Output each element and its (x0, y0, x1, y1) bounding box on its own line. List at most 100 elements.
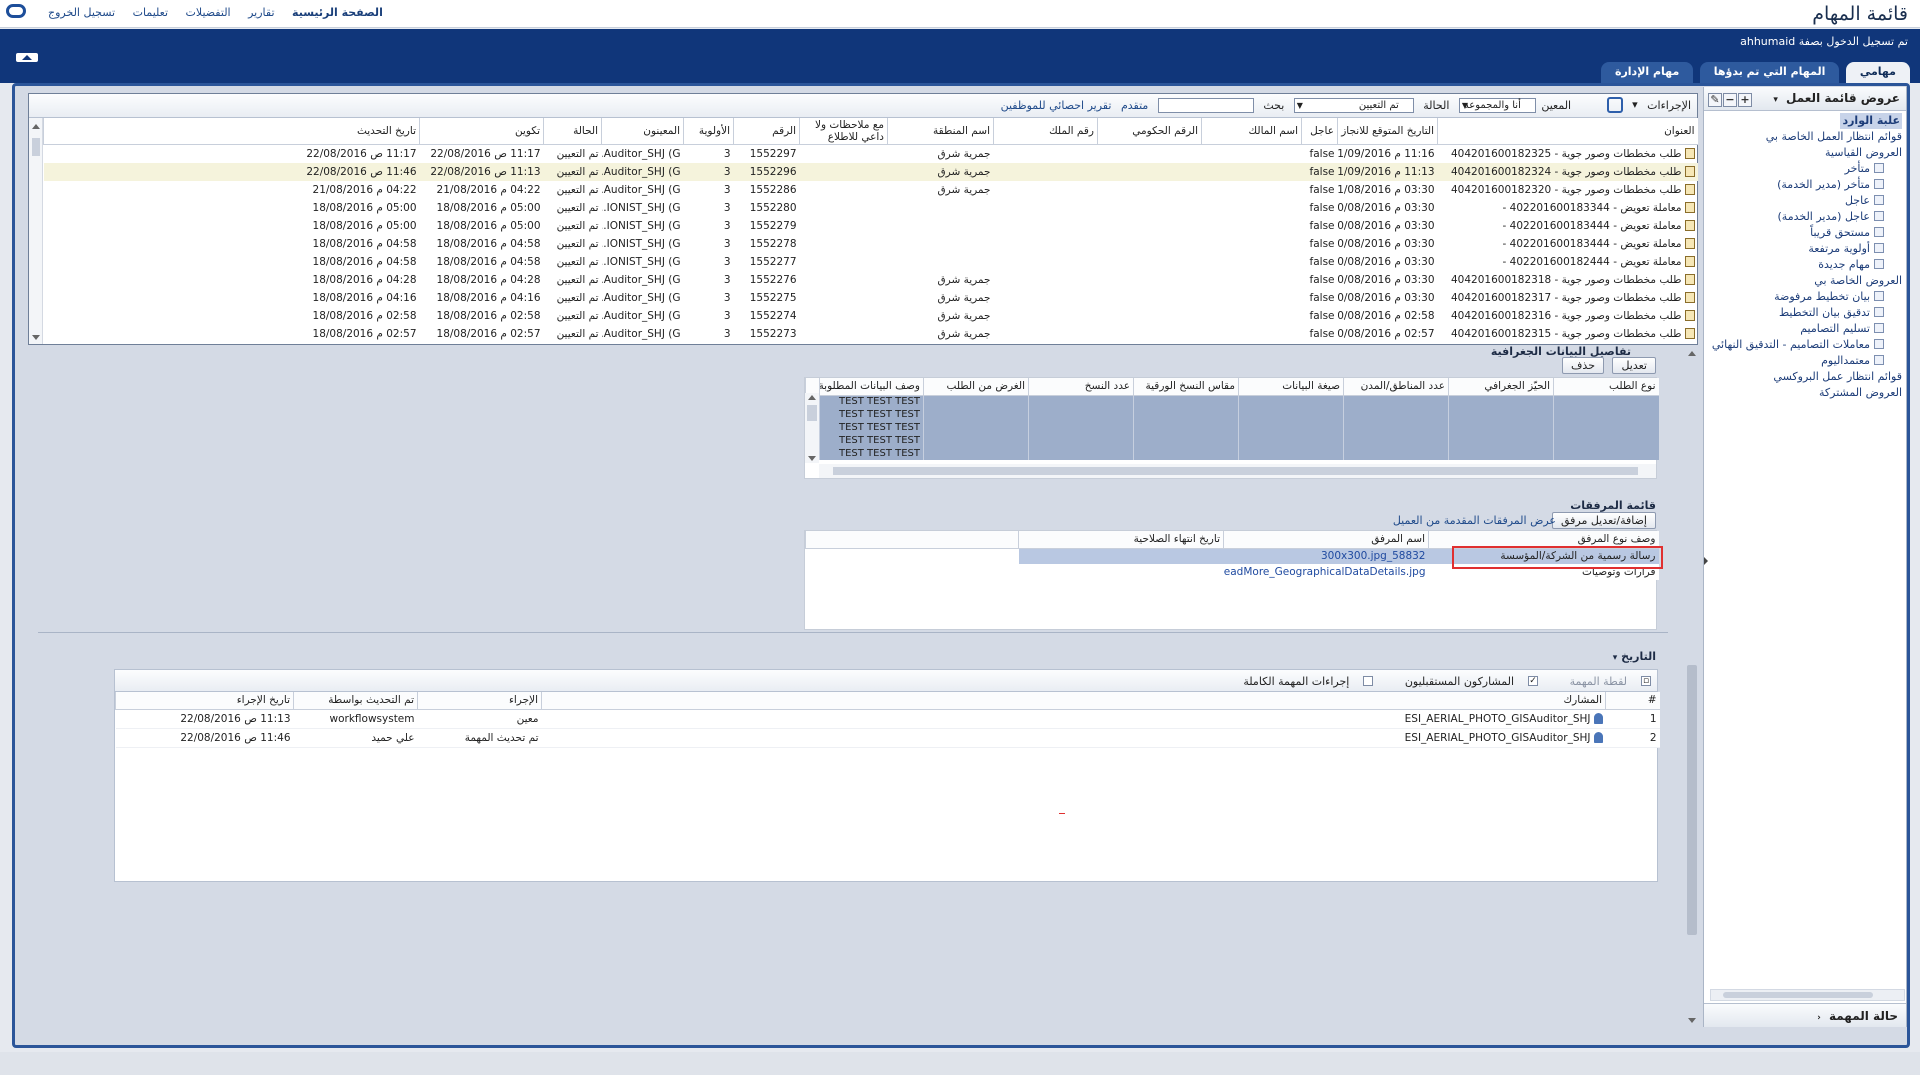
chevron-down-icon[interactable]: ▾ (1773, 95, 1778, 105)
delete-button[interactable]: حذف (1562, 357, 1604, 374)
status-select[interactable]: تم التعيين (1293, 97, 1414, 113)
column-header[interactable]: تكوين (419, 118, 544, 145)
details-scrollbar[interactable] (1685, 345, 1699, 1025)
attachment-link[interactable]: 300x300.jpg_58832 (1223, 548, 1429, 564)
column-header[interactable]: تاريخ انتهاء الصلاحية (1018, 531, 1224, 549)
views-horizontal-scrollbar[interactable] (1710, 989, 1905, 1001)
scroll-down-icon[interactable] (32, 335, 40, 340)
column-header[interactable]: مع ملاحظات ولا داعي للاطلاع (799, 118, 888, 145)
nav-preferences[interactable]: التفضيلات (186, 6, 231, 19)
table-row[interactable]: معاملة تعويض - 402201600182444 - 03:30 م … (44, 253, 1698, 271)
task-list-scrollbar[interactable] (29, 118, 43, 344)
table-row[interactable]: معاملة تعويض - 402201600183444 - 03:30 م … (44, 235, 1698, 253)
scroll-up-icon[interactable] (808, 395, 816, 400)
column-header[interactable]: نوع الطلب (1553, 378, 1659, 396)
column-header[interactable]: الأولوية (683, 118, 734, 145)
task-snapshot-button[interactable]: ▫لقطة المهمة (1556, 674, 1651, 688)
geo-vertical-scrollbar[interactable] (805, 393, 819, 463)
tree-item[interactable]: تدقيق بيان التخطيط (1708, 305, 1902, 321)
column-header[interactable]: تاريخ الإجراء (115, 692, 294, 710)
table-row[interactable]: معاملة تعويض - 402201600183444 - 03:30 م … (44, 217, 1698, 235)
tree-item[interactable]: مستحق قريباً (1708, 225, 1902, 241)
table-row[interactable]: TEST TEST TEST (805, 434, 1659, 447)
stats-report-link[interactable]: تقرير احصائي للموظفين (1001, 99, 1112, 112)
table-row[interactable]: طلب مخططات وصور جوية - 404201600182325 11… (44, 145, 1698, 163)
nav-help[interactable]: تعليمات (133, 6, 168, 19)
task-title[interactable]: طلب مخططات وصور جوية - 404201600182320 (1451, 184, 1682, 196)
column-header[interactable]: الرقم الحكومي (1097, 118, 1202, 145)
task-title[interactable]: طلب مخططات وصور جوية - 404201600182315 (1451, 328, 1682, 340)
tree-item[interactable]: عاجل (1708, 193, 1902, 209)
assignee-select[interactable]: أنا والمجموعة (1458, 97, 1536, 113)
tab-initiated-tasks[interactable]: المهام التي تم بدؤها (1699, 62, 1840, 83)
tree-standard-views[interactable]: العروض القياسية (1708, 145, 1902, 161)
table-row[interactable]: طلب مخططات وصور جوية - 404201600182315 02… (44, 325, 1698, 343)
table-row[interactable]: 1 ESI_AERIAL_PHOTO_GISAuditor_SHJ معين work… (115, 709, 1660, 729)
table-row[interactable]: طلب مخططات وصور جوية - 404201600182324 11… (43, 162, 1698, 181)
table-row[interactable]: طلب مخططات وصور جوية - 404201600182318 03… (44, 271, 1698, 289)
tree-item[interactable]: عاجل (مدير الخدمة) (1708, 209, 1902, 225)
column-header[interactable]: تاريخ التحديث (43, 118, 420, 145)
tree-item[interactable]: معاملات التصاميم - التدقيق النهائي (1708, 337, 1902, 353)
column-header[interactable]: تم التحديث بواسطة (293, 692, 418, 710)
client-attachments-link[interactable]: عرض المرفقات المقدمة من العميل (1393, 514, 1556, 527)
nav-reports[interactable]: تقارير (248, 6, 274, 19)
collapse-header-button[interactable] (16, 53, 38, 62)
table-row[interactable]: TEST TEST TEST (805, 421, 1659, 434)
column-header[interactable]: وصف البيانات المطلوبة (819, 378, 924, 396)
tree-item[interactable]: متأخر (1708, 161, 1902, 177)
scroll-up-icon[interactable] (1688, 351, 1696, 356)
column-header[interactable]: التاريخ المتوقع للانجاز (1337, 118, 1438, 145)
task-title[interactable]: معاملة تعويض - 402201600183444 - (1503, 220, 1682, 232)
table-row[interactable]: طلب مخططات وصور جوية - 404201600182320 03… (44, 181, 1698, 199)
column-header[interactable]: اسم المرفق (1223, 531, 1429, 549)
history-section-title[interactable]: التاريخ ▾ (1613, 650, 1656, 663)
actions-menu[interactable]: الإجراءات ▾ (1632, 98, 1691, 112)
task-title[interactable]: معاملة تعويض - 402201600182444 - (1503, 256, 1682, 268)
tab-my-tasks[interactable]: مهامي (1845, 62, 1910, 83)
table-row[interactable]: TEST TEST TEST (805, 395, 1659, 408)
column-header[interactable]: صيغة البيانات (1238, 378, 1344, 396)
geo-horizontal-scrollbar[interactable] (819, 464, 1656, 478)
full-actions-checkbox[interactable]: إجراءات المهمة الكاملة (1229, 674, 1374, 688)
tab-admin-tasks[interactable]: مهام الإدارة (1600, 62, 1694, 83)
tree-proxy-queues[interactable]: قوائم انتظار عمل البروكسي (1708, 369, 1902, 385)
tree-shared-views[interactable]: العروض المشتركة (1708, 385, 1902, 401)
advanced-search-link[interactable]: متقدم (1121, 99, 1148, 112)
task-title[interactable]: طلب مخططات وصور جوية - 404201600182317 (1451, 292, 1682, 304)
column-header[interactable]: الرقم (733, 118, 800, 145)
column-header[interactable]: مقاس النسخ الورقية (1133, 378, 1239, 396)
tree-item[interactable]: أولوية مرتفعة (1708, 241, 1902, 257)
edit-view-icon[interactable]: ✎ (1708, 93, 1722, 107)
nav-logout[interactable]: تسجيل الخروج (48, 6, 115, 19)
column-header[interactable]: رقم الملك (993, 118, 1098, 145)
task-title[interactable]: طلب مخططات وصور جوية - 404201600182318 (1451, 274, 1682, 286)
edit-button[interactable]: تعديل (1612, 357, 1656, 374)
task-title[interactable]: طلب مخططات وصور جوية - 404201600182324 (1451, 166, 1682, 178)
column-header[interactable]: عدد المناطق/المدن (1343, 378, 1449, 396)
attachment-link[interactable]: ReadMore_GeographicalDataDetails.jpg (1224, 564, 1429, 580)
nav-home[interactable]: الصفحة الرئيسية (292, 6, 383, 19)
table-row[interactable]: TEST TEST TEST (805, 408, 1659, 421)
column-header[interactable]: عاجل (1301, 118, 1338, 145)
add-edit-attachment-button[interactable]: إضافة/تعديل مرفق (1551, 512, 1656, 529)
future-participants-checkbox[interactable]: ✓المشاركون المستقبليون (1391, 674, 1539, 688)
refresh-icon[interactable] (1606, 97, 1623, 113)
scroll-up-icon[interactable] (32, 124, 40, 129)
remove-view-icon[interactable]: − (1723, 93, 1737, 107)
column-header[interactable]: عدد النسخ (1028, 378, 1134, 396)
search-input[interactable] (1157, 97, 1254, 113)
scroll-down-icon[interactable] (1688, 1018, 1696, 1023)
table-row[interactable]: طلب مخططات وصور جوية - 404201600182316 02… (44, 307, 1698, 325)
tree-item[interactable]: معتمداليوم (1708, 353, 1902, 369)
column-header[interactable]: اسم المنطقة (887, 118, 994, 145)
tree-item[interactable]: بيان تخطيط مرفوضة (1708, 289, 1902, 305)
column-header[interactable]: الحيّز الجغرافي (1448, 378, 1554, 396)
tree-item[interactable]: تسليم التصاميم (1708, 321, 1902, 337)
tree-inbox[interactable]: علبة الوارد (1840, 113, 1902, 129)
panel-splitter[interactable] (1703, 87, 1709, 1027)
tree-item[interactable]: مهام جديدة (1708, 257, 1902, 273)
column-header[interactable]: اسم المالك (1201, 118, 1302, 145)
column-header[interactable]: العنوان (1437, 118, 1698, 145)
column-header[interactable]: المعينون (601, 118, 684, 145)
